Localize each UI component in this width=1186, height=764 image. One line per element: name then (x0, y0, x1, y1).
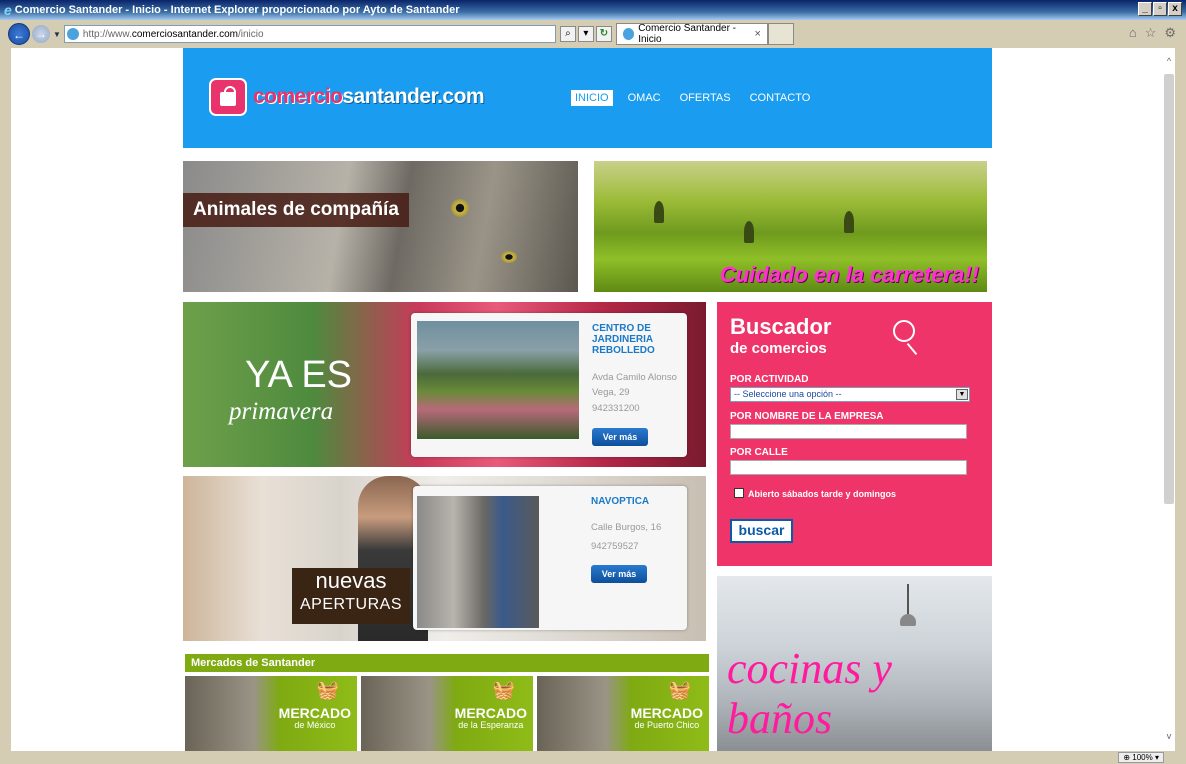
mercado-label: MERCADO de México (278, 705, 351, 730)
menu-item-contacto[interactable]: CONTACTO (746, 90, 815, 106)
window-title: Comercio Santander - Inicio - Internet E… (14, 4, 460, 16)
address-url: http://www.comerciosantander.com/inicio (82, 28, 264, 40)
mercado-puerto-chico-tile[interactable]: 🧺 MERCADO de Puerto Chico (537, 676, 709, 751)
scroll-down-icon[interactable]: v (1163, 731, 1175, 741)
banner-carretera-label: Cuidado en la carretera!! (719, 262, 979, 287)
banner-animales[interactable]: Animales de compañía (183, 161, 578, 292)
buscar-button[interactable]: buscar (730, 519, 793, 543)
tab-favicon-icon (622, 28, 635, 40)
search-icon[interactable]: ⌕ (559, 26, 576, 42)
mercado-mexico-tile[interactable]: 🧺 MERCADO de México (185, 676, 357, 751)
business-address: Avda Camilo Alonso Vega, 29 (592, 372, 677, 398)
tree-image (654, 201, 664, 223)
scrollbar-thumb[interactable] (1164, 74, 1174, 504)
tree-image (744, 221, 754, 243)
business-card-navoptica: NAVOPTICA Calle Burgos, 16 942759527 Ver… (413, 486, 687, 630)
actividad-select-value: -- Seleccione una opción -- (734, 389, 842, 399)
nombre-empresa-input[interactable] (730, 424, 967, 439)
banner-aperturas-line2: APERTURAS (299, 596, 402, 613)
address-bar[interactable]: http://www.comerciosantander.com/inicio (63, 25, 556, 43)
browser-tab[interactable]: Comercio Santander - Inicio × (615, 23, 768, 45)
main-menu: INICIO OMAC OFERTAS CONTACTO (571, 90, 814, 106)
history-dropdown-icon[interactable]: ▼ (53, 30, 61, 39)
business-title[interactable]: CENTRO DE JARDINERIA REBOLLEDO (592, 323, 677, 356)
page-viewport: comerciosantander.com INICIO OMAC OFERTA… (11, 48, 1163, 751)
magnifier-icon (893, 320, 915, 342)
banner-aperturas-label: nuevas APERTURAS (292, 568, 410, 624)
close-button[interactable]: x (1168, 2, 1182, 16)
mercado-esperanza-tile[interactable]: 🧺 MERCADO de la Esperanza (361, 676, 533, 751)
ver-mas-button[interactable]: Ver más (592, 428, 648, 446)
business-title[interactable]: NAVOPTICA (591, 496, 649, 507)
menu-item-inicio[interactable]: INICIO (571, 90, 613, 106)
forward-button[interactable]: → (32, 25, 50, 43)
banner-animales-label: Animales de compañía (183, 193, 409, 227)
mercado-label: MERCADO de Puerto Chico (630, 705, 703, 730)
maximize-button[interactable]: ▫ (1153, 2, 1167, 16)
zoom-icon: ⊕ (1123, 753, 1133, 762)
site-favicon-icon (66, 28, 79, 40)
minimize-button[interactable]: _ (1138, 2, 1152, 16)
search-subtitle: de comercios (730, 340, 827, 357)
calle-input[interactable] (730, 460, 967, 475)
banner-cocinas-banos[interactable]: cocinas y baños (717, 576, 992, 751)
menu-item-omac[interactable]: OMAC (624, 90, 665, 106)
shopping-bag-icon (209, 78, 247, 116)
business-address: Calle Burgos, 16 (591, 522, 662, 533)
zoom-level: 100% (1132, 753, 1153, 762)
settings-gear-icon[interactable]: ⚙ (1164, 25, 1176, 41)
business-search-panel: Buscador de comercios POR ACTIVIDAD -- S… (717, 302, 992, 566)
tree-image (844, 211, 854, 233)
business-phone: 942759527 (591, 541, 639, 552)
ie-logo-icon: e (4, 2, 12, 18)
search-title: Buscador (730, 314, 832, 339)
refresh-icon[interactable]: ↻ (595, 26, 612, 42)
chevron-down-icon[interactable]: ▼ (956, 389, 968, 400)
banner-primavera-line1: YA ES (245, 354, 353, 396)
business-photo (417, 496, 539, 628)
nombre-empresa-label: POR NOMBRE DE LA EMPRESA (730, 411, 884, 422)
abierto-findes-checkbox[interactable] (734, 488, 744, 498)
new-tab-button[interactable] (767, 23, 794, 45)
abierto-findes-label: Abierto sábados tarde y domingos (748, 489, 897, 499)
cat-eye-image (501, 251, 517, 263)
banner-cocinas-label: cocinas y baños (727, 644, 892, 743)
scroll-up-icon[interactable]: ^ (1163, 56, 1175, 66)
menu-item-ofertas[interactable]: OFERTAS (676, 90, 735, 106)
site-header: comerciosantander.com INICIO OMAC OFERTA… (183, 48, 992, 148)
zoom-control[interactable]: ⊕ 100% ▾ (1118, 752, 1164, 763)
window-titlebar: e Comercio Santander - Inicio - Internet… (0, 0, 1186, 20)
ver-mas-button[interactable]: Ver más (591, 565, 647, 583)
basket-icon: 🧺 (316, 680, 339, 700)
tab-title: Comercio Santander - Inicio (638, 23, 737, 45)
actividad-select[interactable]: -- Seleccione una opción -- ▼ (730, 387, 970, 402)
tab-close-icon[interactable]: × (754, 28, 760, 40)
back-button[interactable]: ← (8, 23, 30, 45)
lamp-image (900, 614, 916, 626)
business-card-jardineria: CENTRO DE JARDINERIA REBOLLEDO Avda Cami… (411, 313, 687, 457)
actividad-label: POR ACTIVIDAD (730, 374, 809, 385)
calle-label: POR CALLE (730, 447, 788, 458)
cat-eye-image (451, 199, 469, 217)
home-icon[interactable]: ⌂ (1129, 25, 1137, 41)
logo-text: comerciosantander.com (253, 85, 485, 108)
business-phone: 942331200 (592, 403, 640, 414)
basket-icon: 🧺 (492, 680, 515, 700)
favorites-star-icon[interactable]: ☆ (1145, 25, 1157, 41)
lamp-image (907, 584, 909, 614)
banner-primavera-line2: primavera (229, 398, 334, 425)
basket-icon: 🧺 (668, 680, 691, 700)
address-dropdown-icon[interactable]: ▾ (577, 26, 594, 42)
mercado-label: MERCADO de la Esperanza (454, 705, 527, 730)
browser-navbar: ← → ▼ http://www.comerciosantander.com/i… (0, 20, 1186, 48)
site-logo[interactable]: comerciosantander.com (209, 78, 485, 116)
status-bar: ⊕ 100% ▾ (0, 751, 1186, 764)
vertical-scrollbar[interactable]: ^ v (1163, 48, 1175, 751)
business-photo (417, 321, 579, 439)
banner-carretera[interactable]: Cuidado en la carretera!! (594, 161, 987, 292)
mercados-heading: Mercados de Santander (185, 654, 709, 672)
banner-aperturas-line1: nuevas (315, 568, 387, 593)
